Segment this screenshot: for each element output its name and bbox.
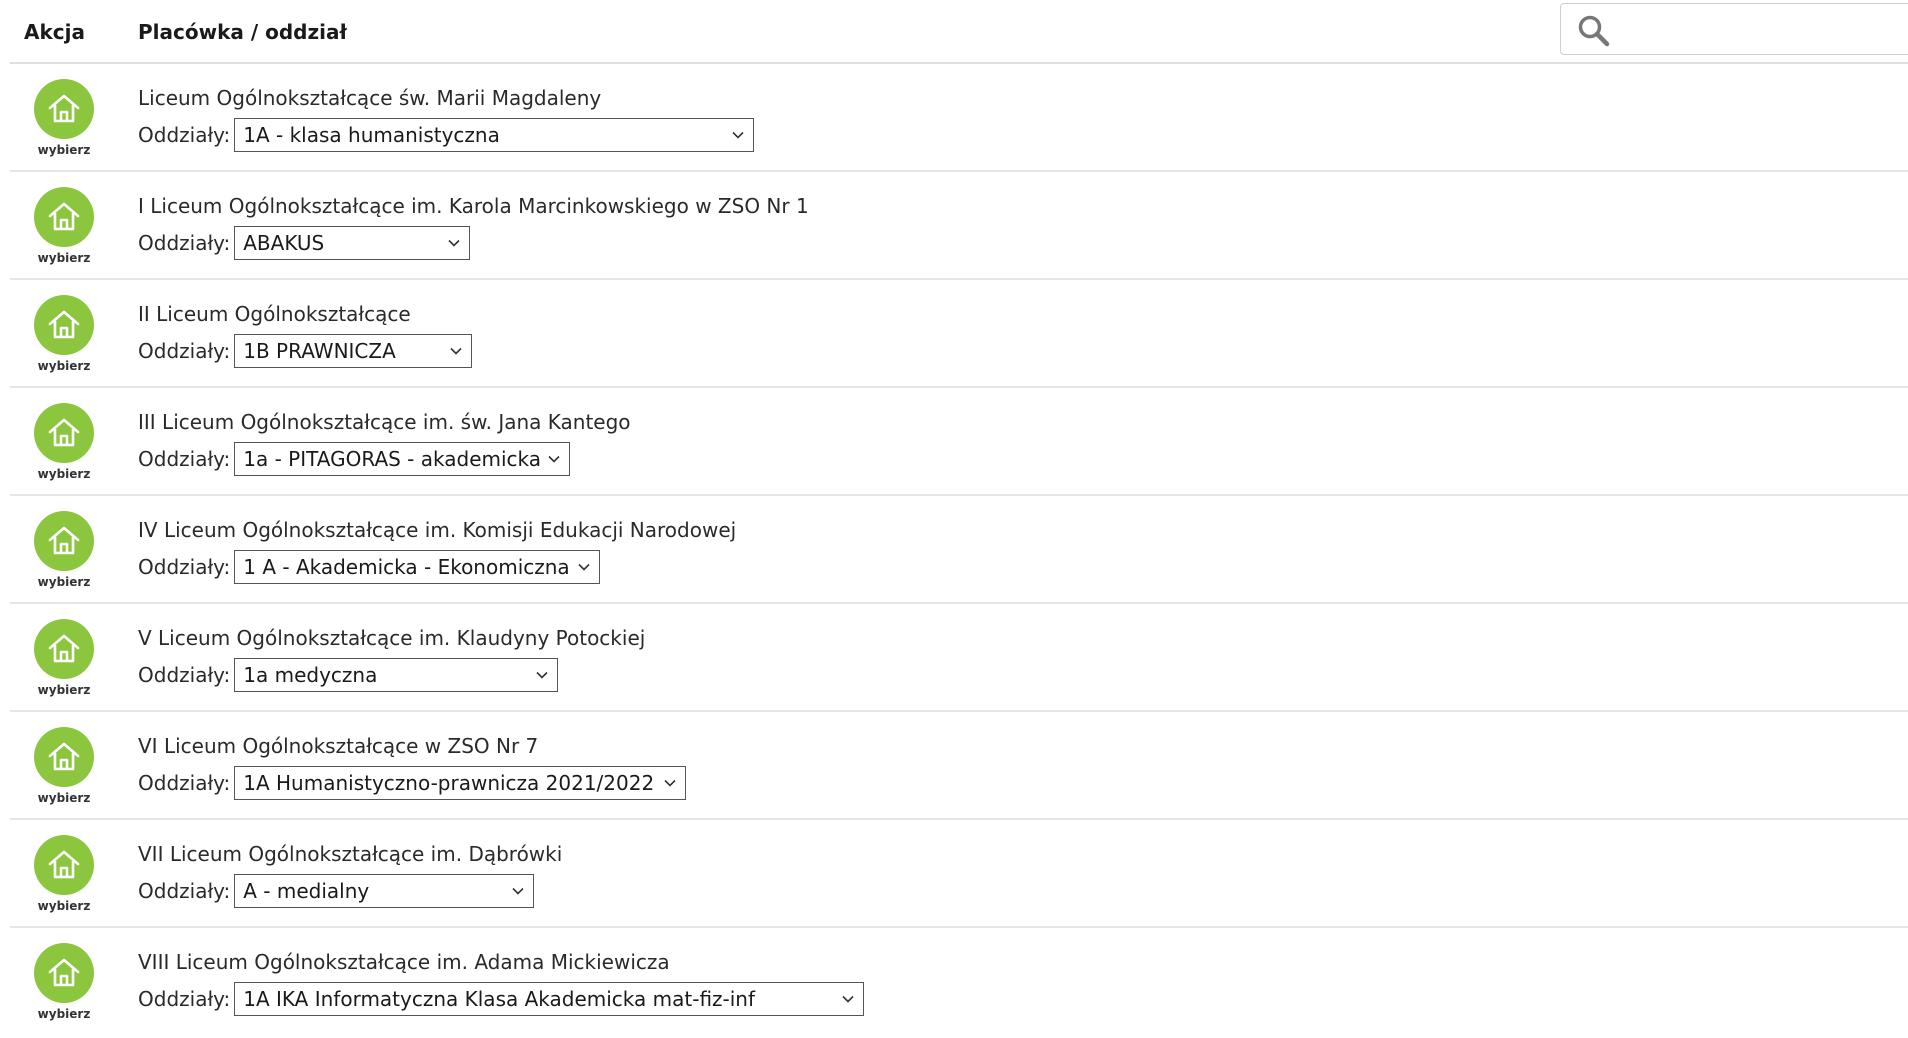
department-label: Oddziały: <box>138 663 231 687</box>
select-school-label: wybierz <box>37 899 91 913</box>
department-select-value: 1a medyczna <box>243 663 378 687</box>
school-row: wybierz I Liceum Ogólnokształcące im. Ka… <box>10 172 1908 280</box>
department-line: Oddziały: 1a - PITAGORAS - akademicka <box>138 440 571 478</box>
chevron-down-icon <box>578 563 590 571</box>
school-name: V Liceum Ogólnokształcące im. Klaudyny P… <box>138 626 646 650</box>
chevron-down-icon <box>842 995 854 1003</box>
department-select[interactable]: A - medialny <box>234 874 535 908</box>
home-icon <box>34 511 94 571</box>
select-school-button[interactable]: wybierz <box>32 79 96 157</box>
select-school-label: wybierz <box>37 683 91 697</box>
department-line: Oddziały: 1B PRAWNICZA <box>138 332 473 370</box>
home-icon <box>34 943 94 1003</box>
column-header-school: Placówka / oddział <box>138 20 347 44</box>
department-select-value: 1B PRAWNICZA <box>243 339 396 363</box>
chevron-down-icon <box>450 347 462 355</box>
department-select[interactable]: 1 A - Akademicka - Ekonomiczna <box>234 550 601 584</box>
department-select-value: 1A IKA Informatyczna Klasa Akademicka ma… <box>243 987 756 1011</box>
school-row: wybierz Liceum Ogólnokształcące św. Mari… <box>10 64 1908 172</box>
department-label: Oddziały: <box>138 339 231 363</box>
department-select[interactable]: 1a - PITAGORAS - akademicka <box>234 442 571 476</box>
department-label: Oddziały: <box>138 555 231 579</box>
chevron-down-icon <box>732 131 744 139</box>
select-school-button[interactable]: wybierz <box>32 727 96 805</box>
select-school-label: wybierz <box>37 359 91 373</box>
school-row: wybierz V Liceum Ogólnokształcące im. Kl… <box>10 604 1908 712</box>
school-name: VIII Liceum Ogólnokształcące im. Adama M… <box>138 950 670 974</box>
department-select-value: 1 A - Akademicka - Ekonomiczna <box>243 555 570 579</box>
department-line: Oddziały: 1A IKA Informatyczna Klasa Aka… <box>138 980 865 1018</box>
department-line: Oddziały: 1A Humanistyczno-prawnicza 202… <box>138 764 687 802</box>
school-selection-page: Akcja Placówka / oddział wybierz Liceum … <box>0 0 1908 1038</box>
select-school-button[interactable]: wybierz <box>32 403 96 481</box>
search-input[interactable] <box>1621 10 1908 50</box>
department-label: Oddziały: <box>138 231 231 255</box>
department-select[interactable]: ABAKUS <box>234 226 471 260</box>
department-line: Oddziały: 1a medyczna <box>138 656 559 694</box>
chevron-down-icon <box>548 455 560 463</box>
chevron-down-icon <box>448 239 460 247</box>
chevron-down-icon <box>512 887 524 895</box>
home-icon <box>34 295 94 355</box>
home-icon <box>34 79 94 139</box>
select-school-button[interactable]: wybierz <box>32 835 96 913</box>
department-select-value: A - medialny <box>243 879 370 903</box>
select-school-label: wybierz <box>37 791 91 805</box>
select-school-label: wybierz <box>37 143 91 157</box>
department-select-value: 1A Humanistyczno-prawnicza 2021/2022 <box>243 771 655 795</box>
department-select[interactable]: 1B PRAWNICZA <box>234 334 473 368</box>
department-select[interactable]: 1a medyczna <box>234 658 559 692</box>
school-name: II Liceum Ogólnokształcące <box>138 302 411 326</box>
school-list: wybierz Liceum Ogólnokształcące św. Mari… <box>10 64 1908 1036</box>
home-icon <box>34 835 94 895</box>
select-school-label: wybierz <box>37 1007 91 1021</box>
school-name: VII Liceum Ogólnokształcące im. Dąbrówki <box>138 842 563 866</box>
school-row: wybierz VIII Liceum Ogólnokształcące im.… <box>10 928 1908 1036</box>
home-icon <box>34 187 94 247</box>
department-line: Oddziały: 1A - klasa humanistyczna <box>138 116 755 154</box>
school-row: wybierz II Liceum Ogólnokształcące Oddzi… <box>10 280 1908 388</box>
column-header-action: Akcja <box>24 20 85 44</box>
department-line: Oddziały: ABAKUS <box>138 224 471 262</box>
select-school-button[interactable]: wybierz <box>32 187 96 265</box>
department-select[interactable]: 1A IKA Informatyczna Klasa Akademicka ma… <box>234 982 865 1016</box>
school-row: wybierz III Liceum Ogólnokształcące im. … <box>10 388 1908 496</box>
school-row: wybierz IV Liceum Ogólnokształcące im. K… <box>10 496 1908 604</box>
department-label: Oddziały: <box>138 123 231 147</box>
school-name: III Liceum Ogólnokształcące im. św. Jana… <box>138 410 631 434</box>
select-school-button[interactable]: wybierz <box>32 619 96 697</box>
department-select[interactable]: 1A - klasa humanistyczna <box>234 118 755 152</box>
school-name: Liceum Ogólnokształcące św. Marii Magdal… <box>138 86 602 110</box>
school-name: I Liceum Ogólnokształcące im. Karola Mar… <box>138 194 809 218</box>
select-school-label: wybierz <box>37 251 91 265</box>
department-select-value: 1a - PITAGORAS - akademicka <box>243 447 542 471</box>
home-icon <box>34 403 94 463</box>
select-school-button[interactable]: wybierz <box>32 295 96 373</box>
department-line: Oddziały: 1 A - Akademicka - Ekonomiczna <box>138 548 601 586</box>
select-school-button[interactable]: wybierz <box>32 943 96 1021</box>
department-label: Oddziały: <box>138 447 231 471</box>
chevron-down-icon <box>536 671 548 679</box>
table-header: Akcja Placówka / oddział <box>10 0 1908 64</box>
search-icon <box>1578 15 1610 47</box>
home-icon <box>34 619 94 679</box>
search-box[interactable] <box>1560 3 1908 55</box>
department-select-value: ABAKUS <box>243 231 325 255</box>
department-select[interactable]: 1A Humanistyczno-prawnicza 2021/2022 <box>234 766 687 800</box>
department-label: Oddziały: <box>138 771 231 795</box>
home-icon <box>34 727 94 787</box>
school-name: VI Liceum Ogólnokształcące w ZSO Nr 7 <box>138 734 539 758</box>
department-select-value: 1A - klasa humanistyczna <box>243 123 500 147</box>
chevron-down-icon <box>664 779 676 787</box>
select-school-label: wybierz <box>37 575 91 589</box>
school-row: wybierz VII Liceum Ogólnokształcące im. … <box>10 820 1908 928</box>
department-label: Oddziały: <box>138 879 231 903</box>
select-school-button[interactable]: wybierz <box>32 511 96 589</box>
select-school-label: wybierz <box>37 467 91 481</box>
school-name: IV Liceum Ogólnokształcące im. Komisji E… <box>138 518 737 542</box>
department-label: Oddziały: <box>138 987 231 1011</box>
department-line: Oddziały: A - medialny <box>138 872 535 910</box>
school-row: wybierz VI Liceum Ogólnokształcące w ZSO… <box>10 712 1908 820</box>
